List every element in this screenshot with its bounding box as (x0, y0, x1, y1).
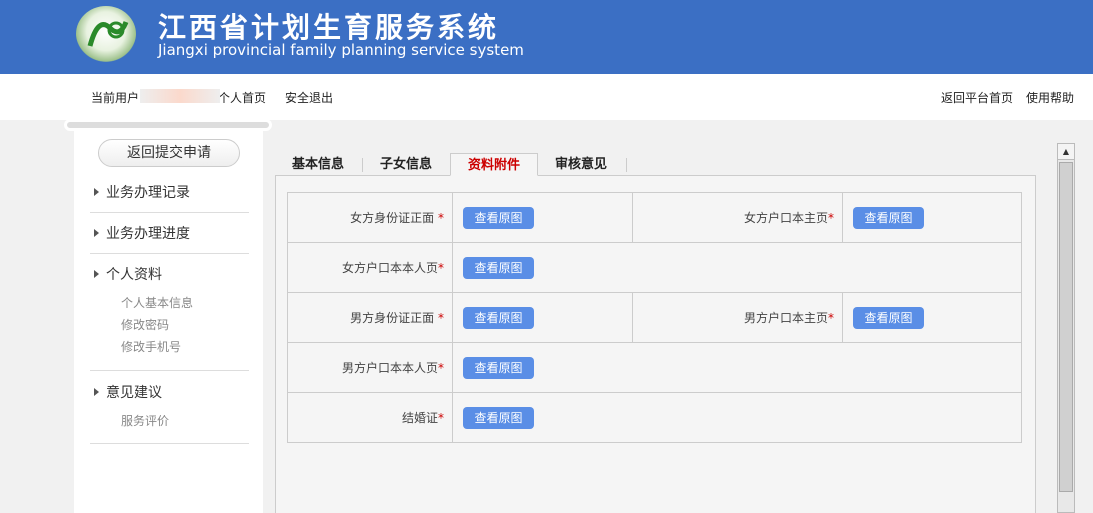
menu-business-records[interactable]: 业务办理记录 (90, 182, 249, 202)
menu-feedback[interactable]: 意见建议 (90, 382, 249, 402)
submenu-basic-info[interactable]: 个人基本信息 (121, 294, 193, 311)
tab-review-comments[interactable]: 审核意见 (546, 153, 616, 176)
logo-icon (76, 6, 136, 62)
tab-divider (626, 158, 627, 172)
scroll-up-arrow-icon[interactable]: ▲ (1058, 144, 1074, 160)
view-original-button[interactable]: 查看原图 (853, 306, 924, 329)
submenu-change-phone[interactable]: 修改手机号 (121, 338, 181, 355)
view-original-button[interactable]: 查看原图 (463, 406, 534, 429)
scrollbar-thumb[interactable] (1059, 162, 1073, 492)
sidebar-scroll-top (64, 119, 272, 131)
platform-home-link[interactable]: 返回平台首页 (941, 89, 1013, 106)
divider (90, 253, 249, 254)
submenu-change-password[interactable]: 修改密码 (121, 316, 169, 333)
scrollbar[interactable]: ▲ (1057, 143, 1075, 513)
site-subtitle: Jiangxi provincial family planning servi… (158, 41, 524, 59)
view-original-button[interactable]: 查看原图 (463, 356, 534, 379)
divider (90, 370, 249, 371)
required-star: * (828, 311, 834, 325)
back-to-submit-button[interactable]: 返回提交申请 (98, 139, 240, 167)
user-name-redacted (140, 89, 220, 103)
field-label: 女方户口本主页 (743, 211, 828, 225)
header: 江西省计划生育服务系统 Jiangxi provincial family pl… (0, 0, 1093, 74)
divider (90, 443, 249, 444)
site-title: 江西省计划生育服务系统 (158, 11, 500, 44)
menu-personal-info[interactable]: 个人资料 (90, 264, 249, 284)
attachments-table: 女方身份证正面 * 查看原图 女方户口本主页* 查看原图 女方户口本本人页* 查… (287, 192, 1022, 443)
tab-basic-info[interactable]: 基本信息 (284, 153, 352, 176)
field-label: 男方户口本主页 (743, 311, 828, 325)
field-label: 女方户口本本人页 (341, 261, 438, 275)
sidebar: 返回提交申请 业务办理记录 业务办理进度 个人资料 个人基本信息 修改密码 修改… (74, 126, 263, 513)
tab-divider (362, 158, 363, 172)
submenu-service-rating[interactable]: 服务评价 (121, 412, 169, 429)
required-star: * (828, 211, 834, 225)
required-star: * (438, 311, 444, 325)
logout-link[interactable]: 安全退出 (285, 89, 333, 106)
menu-business-progress[interactable]: 业务办理进度 (90, 223, 249, 243)
view-original-button[interactable]: 查看原图 (463, 206, 534, 229)
table-row: 结婚证* 查看原图 (287, 392, 1022, 443)
required-star: * (438, 411, 444, 425)
required-star: * (438, 361, 444, 375)
view-original-button[interactable]: 查看原图 (853, 206, 924, 229)
required-star: * (438, 261, 444, 275)
field-label: 男方身份证正面 (350, 311, 435, 325)
table-row: 女方户口本本人页* 查看原图 (287, 242, 1022, 293)
table-row: 女方身份证正面 * 查看原图 女方户口本主页* 查看原图 (287, 192, 1022, 243)
current-user-label: 当前用户 (91, 91, 140, 105)
table-row: 男方身份证正面 * 查看原图 男方户口本主页* 查看原图 (287, 292, 1022, 343)
field-label: 结婚证 (401, 411, 438, 425)
required-star: * (438, 211, 444, 225)
divider (90, 212, 249, 213)
tab-children-info[interactable]: 子女信息 (372, 153, 440, 176)
table-row: 男方户口本本人页* 查看原图 (287, 342, 1022, 393)
home-link[interactable]: 个人首页 (218, 89, 266, 106)
field-label: 女方身份证正面 (350, 211, 435, 225)
view-original-button[interactable]: 查看原图 (463, 306, 534, 329)
help-link[interactable]: 使用帮助 (1026, 89, 1074, 106)
view-original-button[interactable]: 查看原图 (463, 256, 534, 279)
tab-attachments[interactable]: 资料附件 (450, 153, 538, 176)
field-label: 男方户口本本人页 (341, 361, 438, 375)
